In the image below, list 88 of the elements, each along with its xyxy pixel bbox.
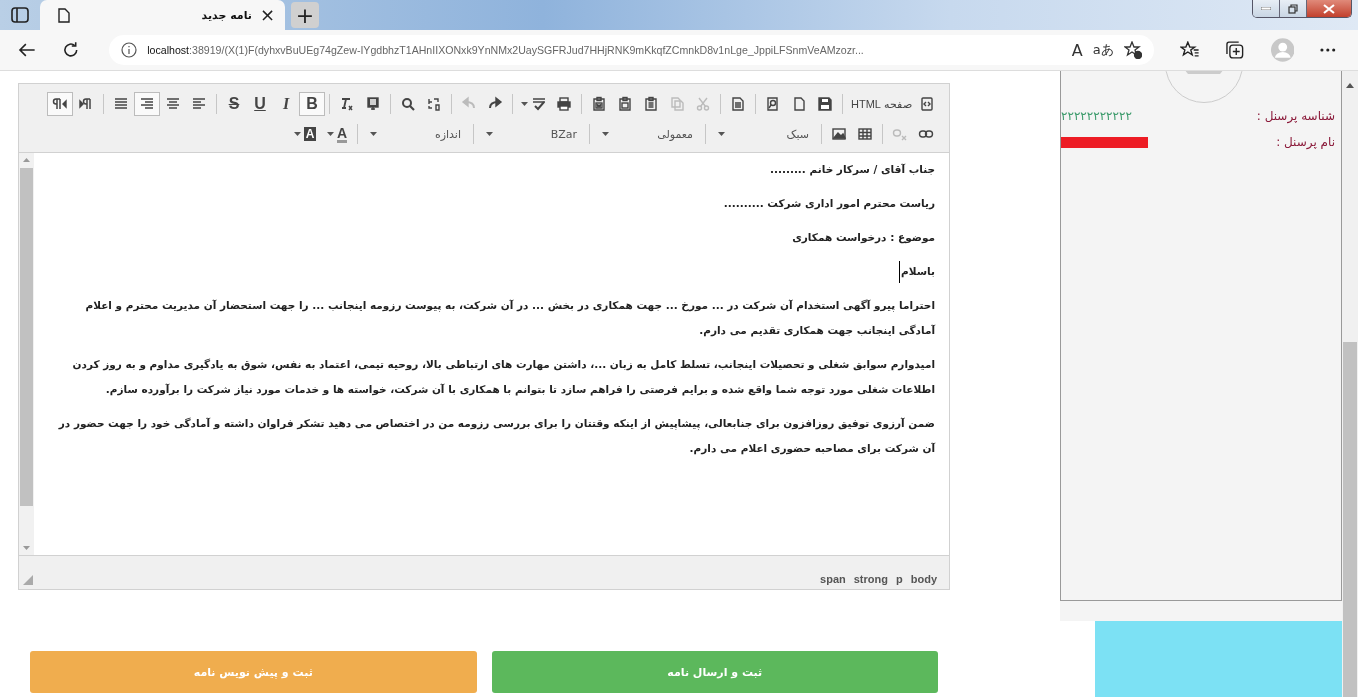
minimize-icon [1261, 7, 1271, 10]
format-dropdown[interactable]: سبک [710, 122, 817, 146]
clipboard-icon [643, 96, 659, 112]
field-label: شناسه پرسنل : [1255, 109, 1335, 123]
close-icon [1323, 3, 1335, 14]
clipboard-icon [617, 96, 633, 112]
element-path-item[interactable]: strong [853, 573, 888, 585]
paragraph: امیدوارم سوابق شغلی و تحصیلات اینجانب، تسلط کامل به زبان ...، داشتن مهارت های ارتباطی بالا، روحیه تیمی، اعتماد به نفس، شوق به یادگیری مداوم و به روز کردن اطلاعات شغلی مورد توجه شما واقع شده و برایم فرصتی را فراهم سازد تا بتوانم با همکاری با آن شرکت، خواسته ها و خدمات مورد نیاز شرکت را برآورده سازم. [71, 357, 935, 398]
tab-title: نامه جدید [201, 8, 252, 22]
new-tab-button[interactable]: + [291, 2, 319, 28]
background-color-button[interactable]: A [289, 122, 321, 146]
align-center-icon [165, 96, 181, 112]
format-button[interactable]: I [273, 92, 299, 116]
caret-icon [521, 102, 528, 106]
restore-icon [1288, 3, 1298, 14]
format-dropdown[interactable]: اندازه [362, 122, 469, 146]
browser-tab[interactable]: نامه جدید × [40, 0, 285, 30]
address-bar[interactable]: localhost:38919/(X(1)F(dyhxvBuUEg74gZew-IYgdbhzT1AHnIIXONxk9YnNMx2UaySGFRJud7HHjRNK9mKkqfZCmnkD8v1nLge_JppiLFSnmVeAMzozr... A aあ [109, 35, 1154, 65]
page-magnifier-icon [765, 96, 781, 112]
translate-button[interactable]: aあ [1092, 41, 1114, 59]
field-value: ۲۲۲۲۲۲۲۲۲۲۲ [1061, 109, 1132, 123]
caret-icon [370, 132, 377, 136]
search-icon [400, 96, 416, 112]
refresh-icon[interactable] [61, 41, 80, 59]
paragraph: ضمن آرزوی توفیق روزافزون برای جنابعالی، پیشاپیش از اینکه وقتتان را برای بررسی رزومه من در اختصاص می دهید تشکر فراوان داشته و آمادگی خود را جهت حضور در آن شرکت برای مصاحبه حضوری اعلام می دارم. [57, 416, 935, 457]
remove-format-icon [339, 96, 355, 112]
align-left-icon [191, 96, 207, 112]
page-scrollbar[interactable] [1342, 71, 1358, 697]
clipboard-icon [591, 96, 607, 112]
blank-page-icon [791, 96, 807, 112]
replace-icon [426, 96, 442, 112]
spellcheck-icon [531, 96, 547, 112]
page-icon [58, 7, 70, 23]
scrollbar-thumb[interactable] [20, 168, 33, 506]
paragraph: احتراما پیرو آگهی استخدام آن شرکت در ... مورخ ... جهت همکاری در بخش ... در آن شرکت، به پیوست رزومه اینجانب ... را جهت استحضار آن مدیریت محترم و اعلام آمادگی اینجانب جهت همکاری تقدیم می دارم. [84, 298, 935, 339]
paragraph: جناب آقای / سرکار خانم ......... [768, 162, 935, 178]
caret-icon [718, 132, 725, 136]
align-right-icon [139, 96, 155, 112]
code-file-icon [919, 96, 935, 112]
show-blocks-icon [365, 96, 381, 112]
document-icon [730, 96, 746, 112]
scissors-icon [695, 96, 711, 112]
paragraph: موضوع : درخواست همکاری [791, 230, 935, 246]
url-text: localhost:38919/(X(1)F(dyhxvBuUEg74gZew-IYgdbhzT1AHnIIXONxk9YnNMx2UaySGFRJud7HHjRNK9mKkqfZCmnkD8v1nLge_JppiLFSnmVeAMzozr... [147, 44, 865, 56]
element-path-item[interactable]: p [896, 573, 903, 585]
minimize-button[interactable] [1253, 0, 1280, 17]
scroll-up-icon[interactable] [1346, 83, 1354, 88]
close-window-button[interactable] [1307, 0, 1351, 17]
format-dropdown[interactable]: BZar [478, 122, 585, 146]
format-button[interactable]: S [221, 92, 247, 116]
scrollbar-thumb[interactable] [1343, 342, 1357, 697]
collections-icon[interactable] [1225, 40, 1245, 60]
caret-icon [326, 132, 334, 136]
right-to-left-icon [52, 96, 68, 112]
paragraph: ریاست محترم امور اداری شرکت .......... [722, 196, 935, 212]
toolbar-button[interactable] [47, 92, 73, 116]
element-path-item[interactable]: span [820, 573, 846, 585]
caret-icon [293, 132, 301, 136]
favorites-icon[interactable] [1179, 41, 1200, 59]
source-button[interactable]: صفحه HTML [847, 92, 939, 116]
scrollbar[interactable] [19, 153, 34, 555]
caret-icon [486, 132, 493, 136]
tab-actions-icon[interactable] [11, 7, 29, 23]
unlink-icon [892, 126, 908, 142]
copy-icon [669, 96, 685, 112]
back-icon[interactable] [18, 42, 36, 58]
caret-icon [602, 132, 609, 136]
toolbar-button[interactable] [134, 92, 160, 116]
close-tab-button[interactable]: × [259, 6, 275, 24]
field-label: نام پرسنل : [1275, 135, 1335, 149]
add-favorite-icon[interactable] [1123, 41, 1142, 59]
format-button[interactable]: U [247, 92, 273, 116]
paragraph: باسلام [46, 259, 935, 284]
format-dropdown[interactable]: معمولی [594, 122, 701, 146]
read-aloud-button[interactable]: A [1071, 40, 1083, 60]
save-icon [817, 96, 833, 112]
info-icon [121, 42, 138, 58]
element-path-item[interactable]: body [910, 573, 937, 585]
image-icon [831, 126, 847, 142]
format-button[interactable]: B [299, 92, 325, 116]
left-to-right-icon [78, 96, 94, 112]
more-options-icon[interactable] [1320, 48, 1336, 52]
text-color-button[interactable]: A [321, 122, 353, 146]
align-justify-icon [113, 96, 129, 112]
table-icon [857, 126, 873, 142]
printer-icon [556, 96, 572, 112]
restore-button[interactable] [1280, 0, 1307, 17]
resize-grip-icon[interactable] [23, 575, 33, 585]
